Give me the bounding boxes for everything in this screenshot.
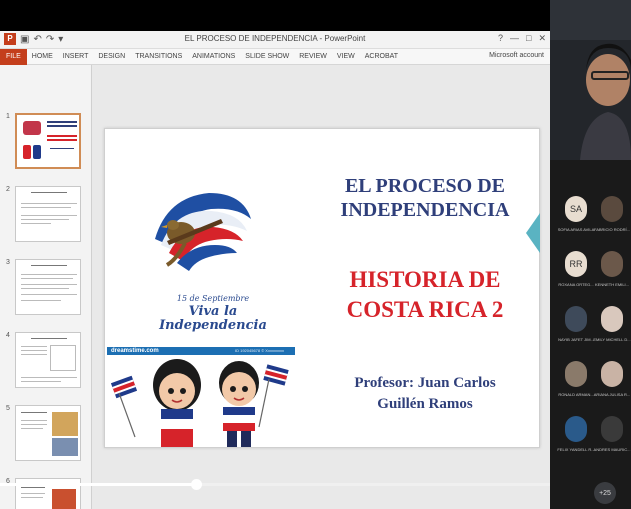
emblem-date-text: 15 de Septiembre: [176, 294, 250, 303]
close-icon[interactable]: ✕: [538, 33, 546, 44]
more-participants-badge[interactable]: +25: [594, 482, 616, 504]
thumbnail-slide[interactable]: [15, 259, 81, 315]
participant-avatar: [601, 361, 623, 387]
participant-avatar: [601, 306, 623, 332]
participant-name: SOFIA ARIAS AVILA: [557, 227, 595, 232]
top-black-band: [0, 0, 550, 31]
stock-watermark-site: dreamstime.com: [111, 348, 159, 354]
participant-avatar: [601, 196, 623, 222]
thumbnail-number: 4: [6, 332, 10, 339]
thumbnail-number: 1: [6, 113, 10, 120]
tab-insert[interactable]: INSERT: [58, 49, 94, 65]
participant-avatar: [565, 306, 587, 332]
tab-animations[interactable]: ANIMATIONS: [187, 49, 240, 65]
tab-file[interactable]: FILE: [0, 48, 27, 65]
participants-panel: SA SOFIA ARIAS AVILA FABRICIO RODRÍ... RR RO…: [550, 0, 631, 509]
slide-thumbnails-pane[interactable]: 1 2 3 4 5 6: [0, 65, 92, 509]
tab-design[interactable]: DESIGN: [93, 49, 130, 65]
kids-with-flags-illustration: [109, 357, 295, 447]
slide-canvas[interactable]: 15 de Septiembre Viva la Independencia d…: [104, 128, 540, 448]
tab-acrobat[interactable]: ACROBAT: [360, 49, 403, 65]
tab-transitions[interactable]: TRANSITIONS: [130, 49, 187, 65]
thumbnail-slide[interactable]: [15, 332, 81, 388]
thumbnail-slide[interactable]: [15, 186, 81, 242]
account-label[interactable]: Microsoft account: [489, 52, 544, 59]
tab-home[interactable]: HOME: [27, 49, 58, 65]
editor-area: 1 2 3 4 5 6 15 de Septiembre Viva la Ind…: [0, 65, 550, 509]
participant-tile[interactable]: NAYIB JAFET JIM...: [556, 306, 596, 352]
help-icon[interactable]: ?: [498, 33, 503, 44]
thumbnail-number: 2: [6, 186, 10, 193]
thumbnails-scrollbar[interactable]: [94, 65, 100, 509]
slide-professor[interactable]: Profesor: Juan Carlos Guillén Ramos: [337, 373, 513, 415]
thumbnail-slide[interactable]: [15, 405, 81, 461]
participant-name: ROXANA ORTEG...: [558, 282, 594, 287]
participant-name: ARIANA JULISA R...: [593, 392, 631, 397]
ribbon-tabs: FILE HOME INSERT DESIGN TRANSITIONS ANIM…: [0, 48, 550, 65]
tab-view[interactable]: VIEW: [332, 49, 360, 65]
participant-avatar: SA: [565, 196, 587, 222]
thumbnail-number: 3: [6, 259, 10, 266]
tab-slide-show[interactable]: SLIDE SHOW: [240, 49, 294, 65]
participant-avatar: [565, 416, 587, 442]
participant-name: ANDRES MAURIC...: [593, 447, 631, 452]
video-progress-handle[interactable]: [191, 479, 202, 490]
screen: P ▣ ↶ ↷ ▾ EL PROCESO DE INDEPENDENCIA - …: [0, 0, 631, 509]
title-bar: P ▣ ↶ ↷ ▾ EL PROCESO DE INDEPENDENCIA - …: [0, 31, 550, 49]
participant-name: FELIX YANDELL R...: [557, 447, 595, 452]
participant-tile[interactable]: ANDRES MAURIC...: [592, 416, 631, 462]
participant-avatar: RR: [565, 251, 587, 277]
participant-tile[interactable]: KENNETH EMILI...: [592, 251, 631, 297]
powerpoint-window: P ▣ ↶ ↷ ▾ EL PROCESO DE INDEPENDENCIA - …: [0, 31, 550, 509]
stock-watermark-id: ID 192045678 © Xxxxxxxxx: [235, 348, 284, 353]
participant-name: NAYIB JAFET JIM...: [558, 337, 594, 342]
participant-tile[interactable]: ARIANA JULISA R...: [592, 361, 631, 407]
participant-tile[interactable]: FELIX YANDELL R...: [556, 416, 596, 462]
participant-tile[interactable]: RONALD ARMAN...: [556, 361, 596, 407]
maximize-icon[interactable]: □: [526, 33, 531, 44]
slide-subtitle[interactable]: HISTORIA DE COSTA RICA 2: [329, 265, 521, 325]
presenter-silhouette: [550, 0, 631, 160]
thumbnail-number: 5: [6, 405, 10, 412]
participant-name: FABRICIO RODRÍ...: [593, 227, 630, 232]
participant-tile[interactable]: RR ROXANA ORTEG...: [556, 251, 596, 297]
presenter-video: [550, 0, 631, 160]
window-controls: ? — □ ✕: [498, 33, 546, 44]
participant-tile[interactable]: SA SOFIA ARIAS AVILA: [556, 196, 596, 242]
slide-title[interactable]: EL PROCESO DE INDEPENDENCIA: [337, 174, 513, 222]
minimize-icon[interactable]: —: [510, 33, 519, 44]
video-progress-bar[interactable]: [0, 479, 631, 490]
thumbnail-slide[interactable]: [15, 113, 81, 169]
participant-name: RONALD ARMAN...: [558, 392, 594, 397]
teal-arrow-decoration: [526, 213, 540, 253]
participant-name: EMILY MICHELL D...: [593, 337, 631, 342]
participant-name: KENNETH EMILI...: [594, 282, 629, 287]
emblem-viva-text: Viva la Independencia: [159, 304, 267, 333]
independence-emblem-image: [155, 193, 251, 271]
participant-tile[interactable]: EMILY MICHELL D...: [592, 306, 631, 352]
participant-tile[interactable]: FABRICIO RODRÍ...: [592, 196, 631, 242]
tab-review[interactable]: REVIEW: [294, 49, 332, 65]
participant-avatar: [601, 251, 623, 277]
video-progress-fill: [0, 483, 196, 486]
participant-avatar: [565, 361, 587, 387]
participant-avatar: [601, 416, 623, 442]
window-title: EL PROCESO DE INDEPENDENCIA - PowerPoint: [184, 34, 366, 43]
